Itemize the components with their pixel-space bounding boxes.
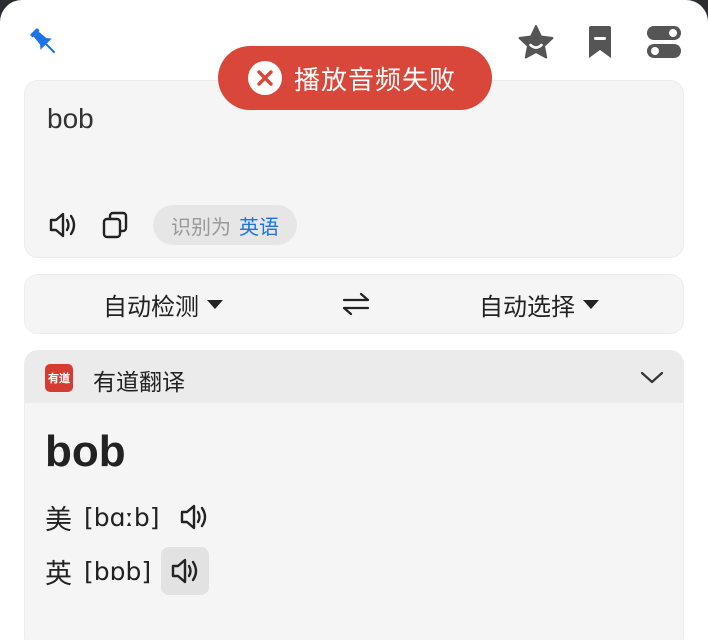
result-header[interactable]: 有道 有道翻译 <box>25 351 683 403</box>
error-toast: 播放音频失败 <box>218 46 492 110</box>
pin-button[interactable] <box>24 22 64 62</box>
pin-icon <box>30 28 56 54</box>
toast-message: 播放音频失败 <box>294 64 457 95</box>
speaker-icon <box>49 212 76 238</box>
swap-languages-button[interactable] <box>337 285 375 323</box>
error-icon <box>248 61 282 95</box>
phonetic-us-label: 美 <box>45 504 72 535</box>
star-icon <box>518 25 554 59</box>
youdao-logo: 有道 <box>45 364 73 392</box>
toggle-icon <box>647 26 681 58</box>
collapse-button[interactable] <box>637 363 667 393</box>
copy-icon <box>102 211 128 239</box>
caret-down-icon <box>583 299 599 309</box>
speak-us-button[interactable] <box>170 493 218 541</box>
copy-source-button[interactable] <box>95 205 135 245</box>
source-text[interactable]: bob <box>47 103 94 135</box>
detected-language: 英语 <box>239 216 279 239</box>
chevron-down-icon <box>640 371 664 384</box>
detected-language-pill[interactable]: 识别为 英语 <box>153 205 297 245</box>
headword: bob <box>45 427 126 476</box>
swap-icon <box>342 292 370 316</box>
detected-prefix: 识别为 <box>171 216 231 239</box>
speak-source-button[interactable] <box>43 205 83 245</box>
phonetic-uk-label: 英 <box>45 558 72 589</box>
phonetic-uk-row: 英 [bɒb] <box>45 547 210 595</box>
language-bar: 自动检测 自动选择 <box>24 274 684 334</box>
provider-name: 有道翻译 <box>93 369 185 395</box>
source-language-select[interactable]: 自动检测 <box>103 275 223 333</box>
favorite-button[interactable] <box>516 22 556 62</box>
settings-toggle-button[interactable] <box>644 22 684 62</box>
bookmark-button[interactable] <box>580 22 620 62</box>
source-language-label: 自动检测 <box>103 293 199 321</box>
speak-uk-button[interactable] <box>161 547 210 595</box>
phonetic-uk-text: [bɒb] <box>84 556 152 586</box>
result-card-youdao: 有道 有道翻译 bob 美 [bɑːb] 英 [bɒb] <box>24 350 684 640</box>
phonetic-us-row: 美 [bɑːb] <box>45 495 218 539</box>
bookmark-icon <box>589 26 611 58</box>
caret-down-icon <box>207 299 223 309</box>
speaker-icon <box>180 504 206 530</box>
speaker-icon <box>171 558 198 584</box>
target-language-label: 自动选择 <box>479 293 575 321</box>
translator-window: 播放音频失败 bob 识别为 英语 自动检测 自动选择 有道 有道翻译 bob … <box>0 0 708 640</box>
phonetic-us-text: [bɑːb] <box>84 502 160 532</box>
target-language-select[interactable]: 自动选择 <box>479 275 599 333</box>
